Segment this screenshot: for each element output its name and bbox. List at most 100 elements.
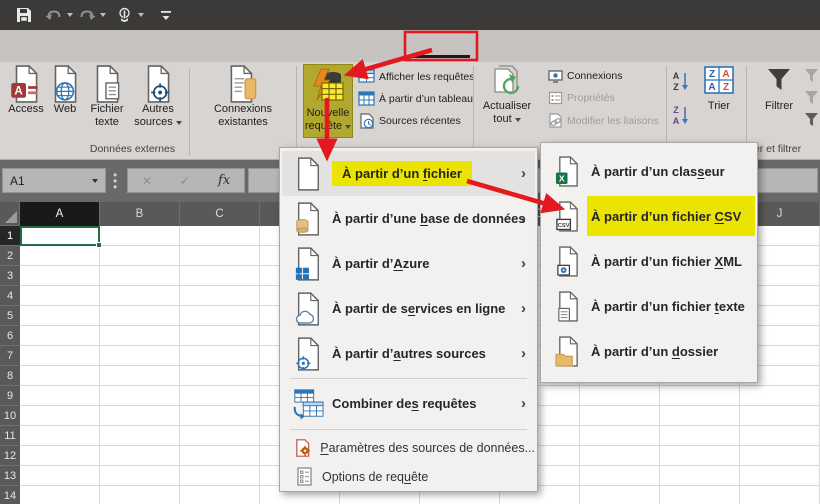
autres-sources-caret-icon — [176, 121, 182, 125]
row-header-3[interactable]: 3 — [0, 266, 20, 286]
text-file-menu-icon — [555, 291, 580, 322]
partir-tableau-button[interactable]: À partir d’un tableau — [358, 91, 473, 106]
folder-icon — [555, 336, 580, 367]
row-header-11[interactable]: 11 — [0, 426, 20, 446]
connexions-existantes-label-l1: Connexions — [214, 103, 272, 116]
enter-icon[interactable]: ✓ — [180, 173, 191, 189]
active-cell-a1[interactable] — [20, 226, 100, 246]
menu-item-azure[interactable]: À partir d’Azure › — [282, 241, 535, 286]
svg-text:A: A — [673, 116, 680, 126]
connexions-existantes-button[interactable]: Connexions existantes — [196, 65, 290, 129]
menu-item-autres-sources[interactable]: À partir d’autres sources › — [282, 331, 535, 376]
svg-text:Z: Z — [709, 69, 715, 80]
submenu-item-xml[interactable]: À partir d’un fichier XML — [543, 239, 755, 284]
workbook-icon: X — [555, 156, 580, 187]
proprietes-button[interactable]: Propriétés — [548, 91, 615, 105]
trier-button[interactable]: Z A A Z Trier — [698, 66, 740, 113]
autres-sources-button[interactable]: Autres sources — [132, 65, 184, 129]
save-icon — [16, 7, 32, 23]
row-header-5[interactable]: 5 — [0, 306, 20, 326]
sort-az-icon: A Z — [672, 70, 692, 92]
menu-item-parametres-sources[interactable]: Paramètres des sources de données... — [282, 434, 535, 461]
refresh-all-icon — [489, 64, 525, 100]
fill-handle[interactable] — [96, 242, 102, 248]
name-box[interactable]: A1 — [2, 168, 106, 193]
submenu-arrow-icon: › — [521, 165, 526, 182]
xml-file-icon — [555, 246, 580, 277]
menu-item-options-label: Options de requête — [322, 470, 428, 484]
submenu-item-csv[interactable]: CSV À partir d’un fichier CSV — [543, 194, 755, 239]
row-header-1[interactable]: 1 — [0, 226, 20, 246]
clear-filter-button[interactable] — [804, 68, 820, 84]
column-header-c[interactable]: C — [180, 202, 260, 226]
group-separator — [296, 66, 297, 158]
row-header-12[interactable]: 12 — [0, 446, 20, 466]
save-button[interactable] — [16, 4, 32, 26]
insert-function-icon[interactable]: fx — [218, 173, 230, 188]
row-header-9[interactable]: 9 — [0, 386, 20, 406]
select-all-corner[interactable] — [0, 202, 20, 226]
edit-links-icon — [548, 113, 563, 128]
menu-item-base-de-donnees[interactable]: À partir d’une base de données › — [282, 196, 535, 241]
sort-za-button[interactable]: Z A — [672, 104, 692, 126]
sources-recentes-button[interactable]: Sources récentes — [358, 113, 461, 129]
customize-qat-button[interactable] — [160, 4, 172, 26]
redo-button[interactable] — [78, 4, 106, 26]
azure-icon — [294, 247, 322, 281]
nouvelle-requete-caret-icon — [345, 125, 351, 129]
menu-item-services-en-ligne[interactable]: À partir de services en ligne › — [282, 286, 535, 331]
sort-za-icon: Z A — [672, 104, 692, 126]
partir-tableau-label: À partir d’un tableau — [379, 93, 473, 105]
modifier-liaisons-button[interactable]: Modifier les liaisons — [548, 113, 659, 128]
sort-az-button[interactable]: A Z — [672, 70, 692, 92]
access-label: Access — [8, 103, 43, 116]
column-header-b[interactable]: B — [100, 202, 180, 226]
formula-bar-splitter[interactable]: ••• — [113, 172, 117, 190]
cancel-icon[interactable]: ✕ — [142, 174, 152, 188]
actualiser-label-l2: tout — [493, 113, 520, 126]
query-options-icon — [296, 467, 313, 486]
web-button[interactable]: Web — [48, 65, 82, 116]
autres-sources-label-l1: Autres — [142, 103, 174, 116]
submenu-item-texte[interactable]: À partir d’un fichier texte — [543, 284, 755, 329]
menu-item-fichier[interactable]: À partir d’un fichier › — [282, 151, 535, 196]
filtrer-button[interactable]: Filtrer — [756, 66, 802, 113]
connexions-button[interactable]: Connexions — [548, 69, 622, 83]
nouvelle-requete-button[interactable]: Nouvelle requête — [303, 64, 353, 138]
afficher-requetes-button[interactable]: Afficher les requêtes — [358, 69, 475, 84]
row-header-13[interactable]: 13 — [0, 466, 20, 486]
fichier-submenu: X À partir d’un classeur CSV À partir d’… — [540, 142, 758, 383]
undo-button[interactable] — [45, 4, 73, 26]
access-button[interactable]: A Access — [6, 65, 46, 116]
row-header-14[interactable]: 14 — [0, 486, 20, 504]
row-header-6[interactable]: 6 — [0, 326, 20, 346]
autres-sources-label-l2: sources — [134, 116, 182, 129]
reapply-filter-button[interactable] — [804, 90, 820, 106]
menu-item-combiner-requetes[interactable]: Combiner des requêtes › — [282, 381, 535, 426]
connexions-label: Connexions — [567, 70, 622, 82]
data-source-settings-icon — [295, 438, 312, 458]
active-tab-underline — [412, 55, 470, 58]
row-header-7[interactable]: 7 — [0, 346, 20, 366]
row-header-4[interactable]: 4 — [0, 286, 20, 306]
touch-mode-caret-icon — [138, 13, 144, 17]
actualiser-tout-button[interactable]: Actualiser tout — [477, 64, 537, 126]
svg-text:CSV: CSV — [558, 223, 570, 229]
submenu-item-classeur[interactable]: X À partir d’un classeur — [543, 149, 755, 194]
row-header-10[interactable]: 10 — [0, 406, 20, 426]
submenu-arrow-icon: › — [521, 300, 526, 317]
touch-mode-button[interactable] — [116, 4, 144, 26]
row-header-8[interactable]: 8 — [0, 366, 20, 386]
fichier-texte-label-l2: texte — [95, 116, 119, 129]
show-queries-icon — [358, 69, 375, 84]
fichier-texte-label-l1: Fichier — [90, 103, 123, 116]
advanced-filter-button[interactable] — [804, 112, 820, 128]
touch-mode-icon — [116, 7, 133, 24]
fichier-texte-button[interactable]: Fichier texte — [84, 65, 130, 129]
column-header-a[interactable]: A — [20, 202, 100, 226]
database-icon — [294, 202, 322, 236]
menu-item-options-requete[interactable]: Options de requête — [282, 463, 535, 490]
row-header-2[interactable]: 2 — [0, 246, 20, 266]
other-sources-icon — [142, 65, 174, 103]
submenu-item-dossier[interactable]: À partir d’un dossier — [543, 329, 755, 374]
